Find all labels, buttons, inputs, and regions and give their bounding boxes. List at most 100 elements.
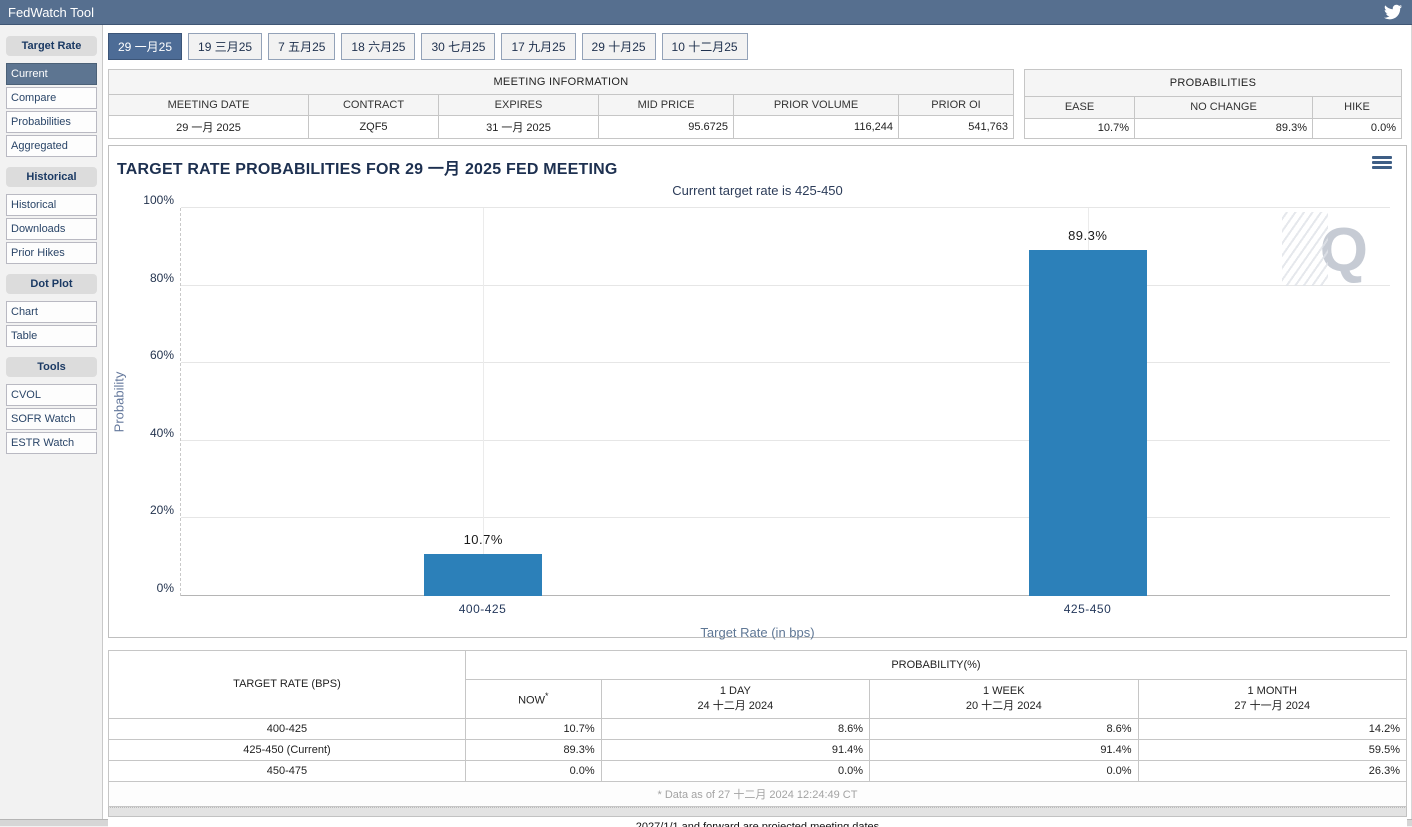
sidebar-item-prior-hikes[interactable]: Prior Hikes xyxy=(6,242,97,264)
sidebar-group-dot-plot: Dot Plot xyxy=(6,274,97,294)
col-meeting-date: MEETING DATE xyxy=(108,94,309,116)
horizontal-scrollbar[interactable] xyxy=(108,806,1407,817)
probabilities-summary-table: PROBABILITIES EASE NO CHANGE HIKE 10.7% … xyxy=(1024,69,1402,140)
col-now: NOW* xyxy=(464,679,602,719)
tab-meeting-jun25[interactable]: 18 六月25 xyxy=(341,33,416,60)
main-content: 29 一月25 19 三月25 7 五月25 18 六月25 30 七月25 1… xyxy=(103,25,1412,827)
sidebar-item-chart[interactable]: Chart xyxy=(6,301,97,323)
month-cell: 59.5% xyxy=(1137,738,1408,761)
table-row: 425-450 (Current) 89.3% 91.4% 91.4% 59.5… xyxy=(108,738,1408,761)
no-change-value: 89.3% xyxy=(1134,117,1313,140)
target-rate-bps-header: TARGET RATE (BPS) xyxy=(108,650,466,719)
col-1-month: 1 MONTH 27 十一月 2024 xyxy=(1137,679,1408,719)
x-tick-425-450: 425-450 xyxy=(1063,602,1112,616)
y-tick-0: 0% xyxy=(156,581,174,595)
sidebar-item-probabilities[interactable]: Probabilities xyxy=(6,111,97,133)
tab-meeting-mar25[interactable]: 19 三月25 xyxy=(188,33,263,60)
sidebar-item-estr-watch[interactable]: ESTR Watch xyxy=(6,432,97,454)
tab-meeting-sep25[interactable]: 17 九月25 xyxy=(501,33,576,60)
col-ease: EASE xyxy=(1024,95,1135,119)
probability-history-table: TARGET RATE (BPS) PROBABILITY(%) NOW* 1 … xyxy=(108,650,1408,807)
col-no-change: NO CHANGE xyxy=(1134,95,1313,119)
quikstrike-watermark: Q xyxy=(1282,212,1368,286)
y-tick-20: 20% xyxy=(149,503,174,518)
bar-value-label: 10.7% xyxy=(463,532,503,548)
sidebar-group-historical: Historical xyxy=(6,167,97,187)
y-tick-80: 80% xyxy=(149,270,174,285)
now-cell: 89.3% xyxy=(464,738,602,761)
month-cell: 26.3% xyxy=(1137,759,1408,782)
col-mid-price: MID PRICE xyxy=(598,94,734,116)
chart-subtitle: Current target rate is 425-450 xyxy=(672,183,843,198)
chart-title: TARGET RATE PROBABILITIES FOR 29 一月 2025… xyxy=(117,161,618,178)
app-title: FedWatch Tool xyxy=(8,4,94,20)
y-axis-label: Probability xyxy=(111,371,127,433)
col-contract: CONTRACT xyxy=(308,94,439,116)
sidebar: Target Rate Current Compare Probabilitie… xyxy=(0,25,103,819)
meeting-info-title: MEETING INFORMATION xyxy=(108,69,1014,95)
tab-meeting-may25[interactable]: 7 五月25 xyxy=(268,33,336,60)
month-cell: 14.2% xyxy=(1137,717,1408,740)
prior-oi-value: 541,763 xyxy=(898,115,1014,139)
bar-value-label: 89.3% xyxy=(1068,227,1108,243)
twitter-icon[interactable] xyxy=(1384,3,1403,21)
sidebar-item-cvol[interactable]: CVOL xyxy=(6,384,97,406)
tab-meeting-jan25[interactable]: 29 一月25 xyxy=(108,33,183,60)
col-1-day: 1 DAY 24 十二月 2024 xyxy=(600,679,871,719)
sidebar-item-table[interactable]: Table xyxy=(6,325,97,347)
prior-volume-value: 116,244 xyxy=(733,115,899,139)
day-cell: 8.6% xyxy=(600,717,871,740)
mid-price-value: 95.6725 xyxy=(598,115,734,139)
probability-pct-header: PROBABILITY(%) xyxy=(464,650,1408,680)
tab-meeting-dec25[interactable]: 10 十二月25 xyxy=(661,33,748,60)
col-expires: EXPIRES xyxy=(438,94,599,116)
tab-meeting-oct25[interactable]: 29 十月25 xyxy=(581,33,656,60)
sidebar-group-target-rate: Target Rate xyxy=(6,36,97,56)
bar-400-425[interactable]: 10.7% xyxy=(424,208,543,596)
target-rate-chart: TARGET RATE PROBABILITIES FOR 29 一月 2025… xyxy=(108,145,1407,640)
sidebar-item-compare[interactable]: Compare xyxy=(6,87,97,109)
sidebar-item-downloads[interactable]: Downloads xyxy=(6,218,97,240)
hike-value: 0.0% xyxy=(1312,117,1402,140)
rate-cell: 400-425 xyxy=(108,717,466,740)
expires-value: 31 一月 2025 xyxy=(438,115,599,139)
chart-menu-icon[interactable] xyxy=(1372,156,1392,171)
title-bar: FedWatch Tool xyxy=(0,0,1412,25)
rate-cell: 425-450 (Current) xyxy=(108,738,466,761)
sidebar-item-aggregated[interactable]: Aggregated xyxy=(6,135,97,157)
x-axis-label: Target Rate (in bps) xyxy=(700,625,815,640)
sidebar-item-current[interactable]: Current xyxy=(6,63,97,85)
col-1-week: 1 WEEK 20 十二月 2024 xyxy=(869,679,1139,719)
contract-value: ZQF5 xyxy=(308,115,439,139)
data-as-of-footnote: * Data as of 27 十二月 2024 12:24:49 CT xyxy=(108,780,1407,807)
sidebar-group-tools: Tools xyxy=(6,357,97,377)
week-cell: 8.6% xyxy=(869,717,1139,740)
chart-plot-area: Probability 0% 20% 40% 60% 80% 100% Q 10… xyxy=(112,193,1390,596)
week-cell: 91.4% xyxy=(869,738,1139,761)
meeting-date-tabs: 29 一月25 19 三月25 7 五月25 18 六月25 30 七月25 1… xyxy=(108,33,1407,67)
y-tick-60: 60% xyxy=(149,348,174,363)
projected-meetings-note: 2027/1/1 and forward are projected meeti… xyxy=(108,816,1407,827)
y-tick-40: 40% xyxy=(149,425,174,440)
sidebar-item-historical[interactable]: Historical xyxy=(6,194,97,216)
table-row: 450-475 0.0% 0.0% 0.0% 26.3% xyxy=(108,759,1408,782)
meeting-date-value: 29 一月 2025 xyxy=(108,115,309,139)
y-tick-100: 100% xyxy=(143,193,174,207)
week-cell: 0.0% xyxy=(869,759,1139,782)
ease-value: 10.7% xyxy=(1024,117,1135,140)
bar-425-450[interactable]: 89.3% xyxy=(1028,208,1147,596)
tab-meeting-jul25[interactable]: 30 七月25 xyxy=(421,33,496,60)
now-cell: 0.0% xyxy=(464,759,602,782)
now-cell: 10.7% xyxy=(464,717,602,740)
day-cell: 0.0% xyxy=(600,759,871,782)
x-axis-ticks: 400-425 425-450 xyxy=(180,602,1390,618)
probabilities-title: PROBABILITIES xyxy=(1024,69,1402,97)
col-prior-volume: PRIOR VOLUME xyxy=(733,94,899,116)
col-prior-oi: PRIOR OI xyxy=(898,94,1014,116)
sidebar-item-sofr-watch[interactable]: SOFR Watch xyxy=(6,408,97,430)
col-hike: HIKE xyxy=(1312,95,1402,119)
x-tick-400-425: 400-425 xyxy=(458,602,507,616)
rate-cell: 450-475 xyxy=(108,759,466,782)
table-row: 400-425 10.7% 8.6% 8.6% 14.2% xyxy=(108,717,1408,740)
day-cell: 91.4% xyxy=(600,738,871,761)
